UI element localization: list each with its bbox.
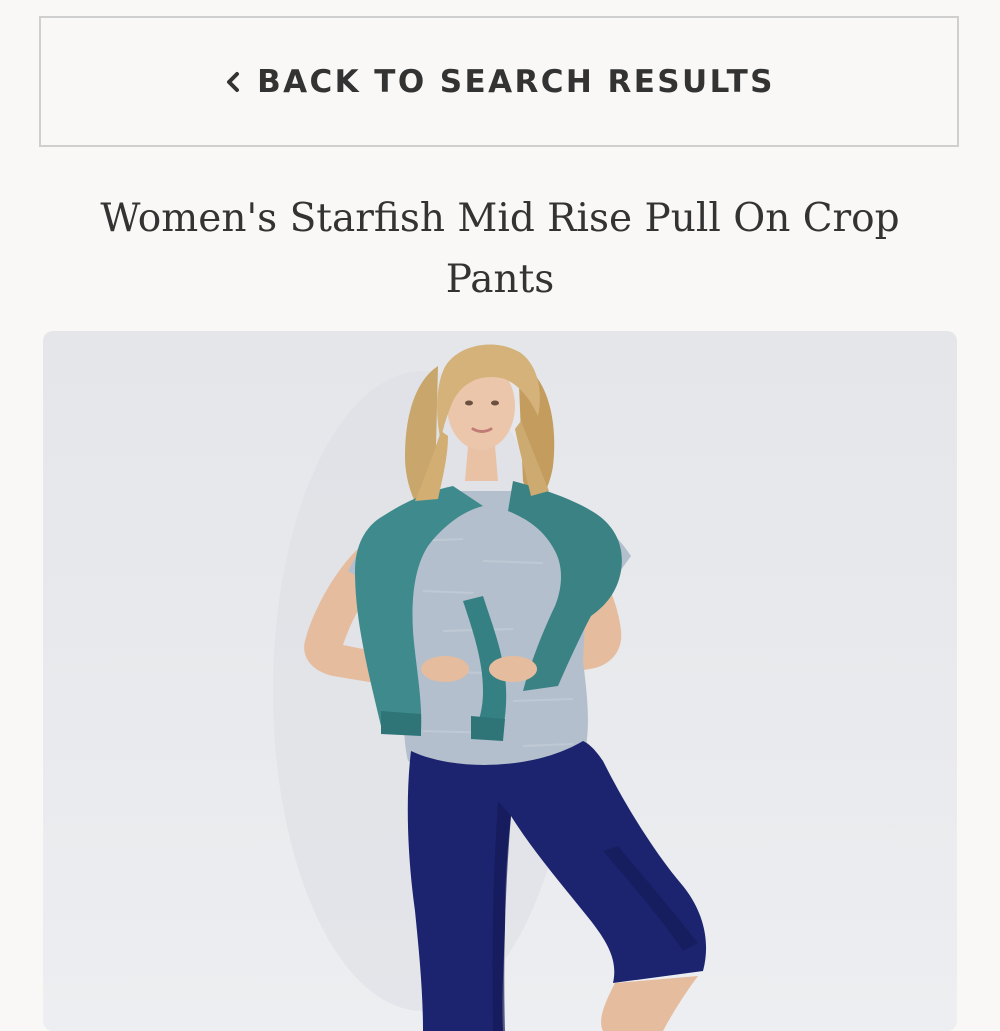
chevron-left-icon	[223, 70, 243, 94]
back-button-content: BACK TO SEARCH RESULTS	[223, 64, 775, 100]
product-image[interactable]	[43, 331, 957, 1031]
product-photo-illustration	[273, 344, 707, 1031]
back-to-search-results-button[interactable]: BACK TO SEARCH RESULTS	[39, 16, 959, 147]
product-title: Women's Starfish Mid Rise Pull On Crop P…	[100, 196, 900, 302]
back-button-label: BACK TO SEARCH RESULTS	[257, 63, 775, 100]
